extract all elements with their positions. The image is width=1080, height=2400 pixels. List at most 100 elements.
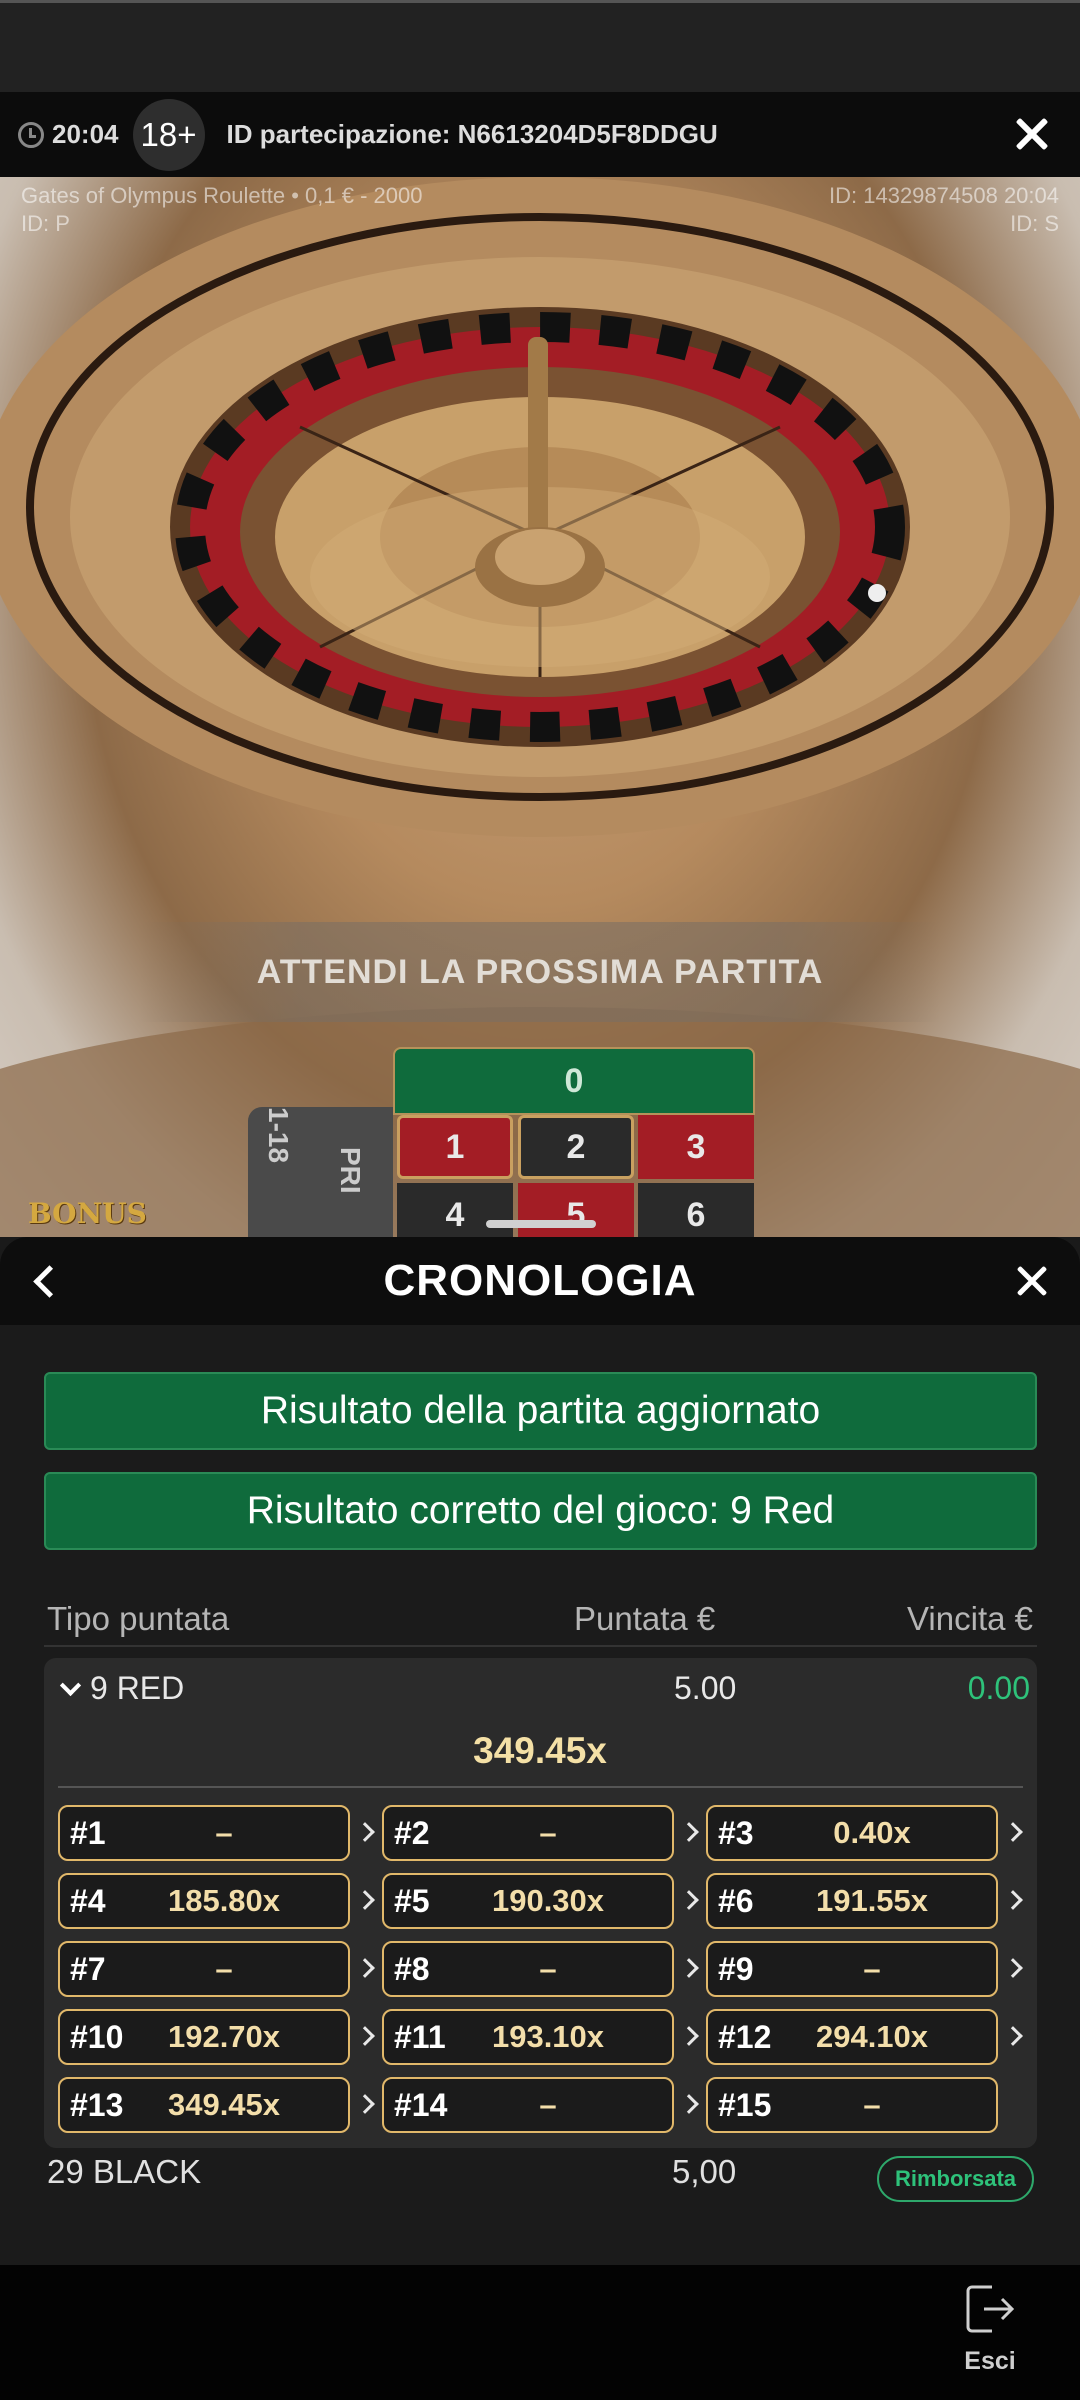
round-multiplier-box: #14 – bbox=[382, 2077, 674, 2133]
round-number: #15 bbox=[718, 2087, 772, 2123]
round-multiplier-box: #7 – bbox=[58, 1941, 350, 1997]
round-number: #4 bbox=[70, 1883, 106, 1919]
first-dozen-label: PRI bbox=[335, 1147, 366, 1194]
chevron-right-icon bbox=[682, 2077, 700, 2133]
chevron-right-icon bbox=[1006, 1941, 1024, 1997]
round-multiplier: 0.40x bbox=[833, 1815, 911, 1850]
exit-icon[interactable] bbox=[962, 2283, 1018, 2335]
round-multiplier: – bbox=[539, 1951, 557, 1986]
round-multiplier-box: #4 185.80x bbox=[58, 1873, 350, 1929]
round-multiplier-box: #15 – bbox=[706, 2077, 998, 2133]
round-multiplier-box: #13 349.45x bbox=[58, 2077, 350, 2133]
round-id: ID: 14329874508 20:04 bbox=[829, 183, 1059, 208]
round-multiplier: 191.55x bbox=[815, 1883, 929, 1918]
chevron-right-icon bbox=[1006, 1805, 1024, 1861]
round-number: #13 bbox=[70, 2087, 124, 2123]
round-multiplier: 349.45x bbox=[167, 2087, 281, 2122]
number-cell: 1 bbox=[397, 1115, 513, 1179]
chevron-right-icon bbox=[358, 1941, 376, 1997]
chevron-right-icon bbox=[682, 1873, 700, 1929]
round-number: #2 bbox=[394, 1815, 430, 1851]
bet-type: 29 BLACK bbox=[47, 2153, 202, 2190]
number-cell: 6 bbox=[638, 1183, 754, 1237]
round-number: #9 bbox=[718, 1951, 754, 1987]
correct-result-notice: Risultato corretto del gioco: 9 Red bbox=[44, 1472, 1037, 1550]
exit-label[interactable]: Esci bbox=[960, 2347, 1020, 2376]
clock-icon bbox=[18, 121, 44, 148]
zero-cell: 0 bbox=[393, 1047, 755, 1115]
session-time: 20:04 bbox=[52, 119, 119, 149]
left-id: ID: P bbox=[21, 211, 70, 236]
round-multiplier-box: #2 – bbox=[382, 1805, 674, 1861]
round-multiplier-box: #1 – bbox=[58, 1805, 350, 1861]
round-multiplier: – bbox=[215, 1815, 233, 1850]
range-label: 1-18 bbox=[263, 1107, 294, 1164]
number-cell: 5 bbox=[518, 1183, 634, 1237]
chevron-right-icon bbox=[682, 1941, 700, 1997]
total-multiplier: 349.45x bbox=[473, 1730, 607, 1771]
round-multiplier-box: #11 193.10x bbox=[382, 2009, 674, 2065]
round-number: #14 bbox=[394, 2087, 448, 2123]
number-cell: 4 bbox=[397, 1183, 513, 1237]
sheet-drag-handle[interactable] bbox=[486, 1220, 596, 1228]
chevron-right-icon bbox=[358, 1873, 376, 1929]
bonus-logo: BONUS bbox=[28, 1197, 147, 1230]
round-multiplier: 185.80x bbox=[167, 1883, 281, 1918]
chevron-right-icon bbox=[1006, 1873, 1024, 1929]
chevron-right-icon bbox=[682, 1805, 700, 1861]
live-video-stream: Gates of Olympus Roulette • 0,1 € - 2000… bbox=[0, 177, 1080, 1237]
game-header: 20:04 18+ ID partecipazione: N6613204D5F… bbox=[0, 92, 1080, 177]
round-multiplier: 190.30x bbox=[491, 1883, 605, 1918]
number-cell: 2 bbox=[518, 1115, 634, 1179]
close-sheet-button[interactable] bbox=[1008, 1257, 1056, 1305]
round-number: #6 bbox=[718, 1883, 754, 1919]
round-multiplier: – bbox=[215, 1951, 233, 1986]
age-restriction-badge: 18+ bbox=[132, 98, 205, 171]
participation-id: ID partecipazione: N6613204D5F8DDGU bbox=[226, 119, 718, 149]
round-number: #7 bbox=[70, 1951, 106, 1987]
round-multiplier-box: #6 191.55x bbox=[706, 1873, 998, 1929]
round-multiplier: – bbox=[863, 1951, 881, 1986]
round-number: #1 bbox=[70, 1815, 106, 1851]
outside-bets-column: 1-18 PRI bbox=[248, 1107, 393, 1237]
round-multiplier: – bbox=[863, 2087, 881, 2122]
round-number: #11 bbox=[394, 2019, 446, 2055]
round-multiplier: – bbox=[539, 2087, 557, 2122]
number-cell: 3 bbox=[638, 1115, 754, 1179]
divider bbox=[44, 1645, 1037, 1647]
close-game-button[interactable] bbox=[1006, 108, 1058, 160]
round-number: #8 bbox=[394, 1951, 430, 1987]
round-multiplier: – bbox=[539, 1815, 557, 1850]
refunded-badge: Rimborsata bbox=[877, 2156, 1034, 2202]
column-header-bet-type: Tipo puntata bbox=[47, 1600, 230, 1637]
round-multiplier-box: #3 0.40x bbox=[706, 1805, 998, 1861]
round-multiplier-box: #8 – bbox=[382, 1941, 674, 1997]
chevron-down-icon bbox=[59, 1674, 82, 1697]
back-button[interactable] bbox=[24, 1259, 68, 1303]
round-multiplier: 192.70x bbox=[167, 2019, 281, 2054]
bet-stake: 5,00 bbox=[672, 2153, 737, 2190]
chevron-right-icon bbox=[358, 2077, 376, 2133]
history-sheet-header: CRONOLOGIA bbox=[0, 1237, 1080, 1325]
chevron-right-icon bbox=[358, 1805, 376, 1861]
column-header-win: Vincita € bbox=[907, 1600, 1033, 1637]
bottom-bar bbox=[0, 2265, 1080, 2400]
table-info: Gates of Olympus Roulette • 0,1 € - 2000 bbox=[21, 183, 423, 208]
chevron-right-icon bbox=[358, 2009, 376, 2065]
round-number: #3 bbox=[718, 1815, 754, 1851]
round-multiplier-box: #12 294.10x bbox=[706, 2009, 998, 2065]
round-number: #10 bbox=[70, 2019, 124, 2055]
bet-win: 0.00 bbox=[967, 1670, 1030, 1706]
round-multiplier-box: #10 192.70x bbox=[58, 2009, 350, 2065]
system-status-bar bbox=[0, 0, 1080, 92]
right-id: ID: S bbox=[1010, 211, 1059, 236]
chevron-right-icon bbox=[682, 2009, 700, 2065]
divider bbox=[58, 1786, 1023, 1788]
column-header-stake: Puntata € bbox=[574, 1600, 716, 1637]
wait-next-game-banner: ATTENDI LA PROSSIMA PARTITA bbox=[140, 922, 940, 1022]
betting-table-preview: 1-18 PRI 0 1 2 3 4 5 6 bbox=[248, 1047, 758, 1237]
round-number: #5 bbox=[394, 1883, 430, 1919]
sheet-title: CRONOLOGIA bbox=[383, 1256, 697, 1305]
bet-stake: 5.00 bbox=[674, 1670, 737, 1706]
bet-row-expand-toggle[interactable]: 9 RED bbox=[47, 1670, 184, 1707]
